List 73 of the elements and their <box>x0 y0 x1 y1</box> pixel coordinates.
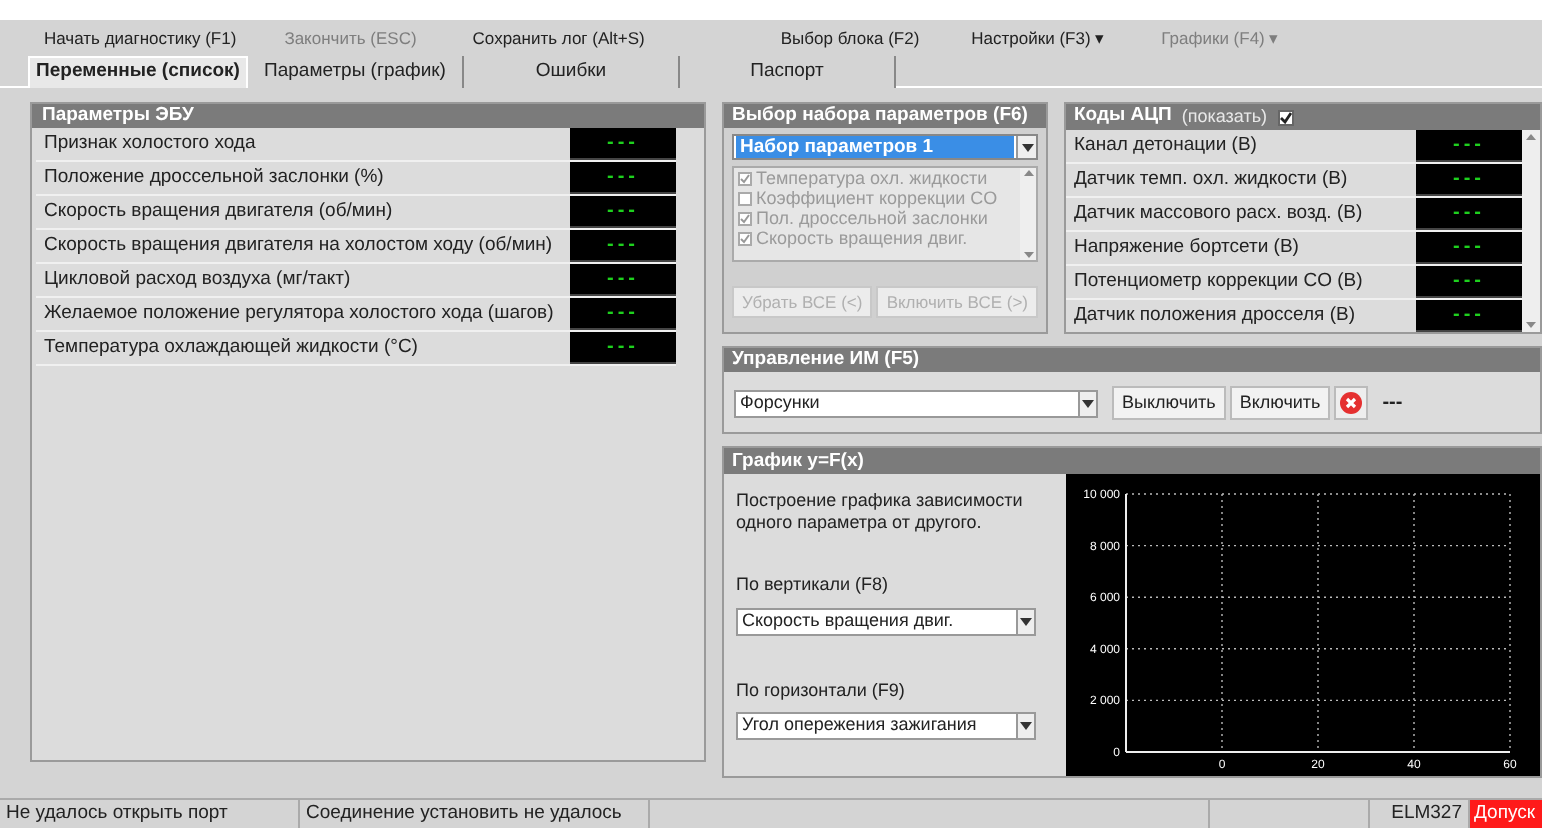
value-display: --- <box>570 264 676 296</box>
checklist-item: Температура охл. жидкости <box>756 168 988 188</box>
field-label: По горизонтали (F9) <box>736 677 907 704</box>
param-name: Датчик массового расх. возд. (В) <box>1072 199 1365 228</box>
checkbox[interactable] <box>738 171 752 185</box>
menu-item[interactable]: Выбор блока (F2) <box>772 25 928 51</box>
vertical-dropdown[interactable]: Скорость вращения двиг. <box>736 607 1036 635</box>
param-name: Скорость вращения двигателя (об/мин) <box>42 197 395 226</box>
value-display: --- <box>570 332 676 364</box>
value-display: --- <box>1416 266 1522 298</box>
scrollbar[interactable] <box>1020 168 1036 260</box>
field-label: По вертикали (F8) <box>736 572 891 598</box>
param-name: Канал детонации (В) <box>1072 131 1259 160</box>
graph-description: Построение графика зависимости одного параметра от другого. <box>736 490 1025 534</box>
value-display: --- <box>1416 300 1522 332</box>
param-name: Датчик темп. охл. жидкости (В) <box>1072 165 1350 194</box>
param-name: Напряжение бортсети (В) <box>1072 233 1301 262</box>
button[interactable]: Выключить <box>1112 386 1226 420</box>
close-icon <box>1340 392 1363 414</box>
panel-title: Управление ИМ (F5) <box>724 348 1540 372</box>
value-display: --- <box>570 230 676 262</box>
show-checkbox[interactable] <box>1277 109 1294 125</box>
panel-title: Выбор набора параметров (F6) <box>724 104 1046 128</box>
param-name: Скорость вращения двигателя на холостом ходу (об/мин) <box>42 231 555 260</box>
dropdown-value: Форсунки <box>738 389 822 416</box>
tab[interactable]: Переменные (список) <box>28 56 248 88</box>
dropdown-value: Угол опережения зажигания <box>740 712 979 739</box>
menu-item[interactable]: Настройки (F3) ▾ <box>963 25 1114 51</box>
value-display: --- <box>1416 198 1522 230</box>
param-name: Потенциометр коррекции CO (В) <box>1072 267 1365 296</box>
button[interactable]: Включить <box>1229 386 1331 420</box>
scrollbar[interactable] <box>1522 130 1540 332</box>
value-display: --- <box>570 298 676 330</box>
menu-item[interactable]: Сохранить лог (Alt+S) <box>464 25 653 51</box>
value-display: --- <box>570 196 676 228</box>
checklist-item: Коэффициент коррекции CO <box>756 188 998 208</box>
scroll-down-icon[interactable] <box>1023 252 1033 258</box>
status-text: Соединение установить не удалось <box>300 800 650 828</box>
panel-title: Параметры ЭБУ <box>32 104 704 128</box>
stop-button[interactable] <box>1334 386 1369 420</box>
value-display: --- <box>1416 164 1522 196</box>
dropdown-value: Скорость вращения двиг. <box>740 607 956 634</box>
checkbox[interactable] <box>738 231 752 245</box>
panel-title: Коды АЦП <box>1074 102 1172 131</box>
panel-title: График y=F(x) <box>724 448 1540 474</box>
tab[interactable]: Паспорт <box>680 56 896 88</box>
status-text: Не удалось открыть порт <box>0 800 300 828</box>
param-name: Цикловой расход воздуха (мг/такт) <box>42 265 353 294</box>
value-display: --- <box>570 162 676 194</box>
param-name: Признак холостого хода <box>42 129 258 158</box>
checklist-item: Скорость вращения двиг. <box>756 228 968 248</box>
menu-item[interactable]: Начать диагностику (F1) <box>36 25 245 51</box>
actuator-dropdown[interactable]: Форсунки <box>734 389 1098 417</box>
checkbox[interactable] <box>738 191 752 205</box>
scroll-up-icon[interactable] <box>1526 134 1536 140</box>
param-name: Желаемое положение регулятора холостого хода (шагов) <box>42 299 556 328</box>
value-display: --- <box>570 128 676 160</box>
tab[interactable]: Параметры (график) <box>248 56 464 88</box>
value-display: --- <box>1416 130 1522 162</box>
value-display: --- <box>1416 232 1522 264</box>
tab[interactable]: Ошибки <box>464 56 680 88</box>
status-text: Допуск <box>1470 800 1542 828</box>
param-name: Датчик положения дросселя (В) <box>1072 301 1358 330</box>
scroll-up-icon[interactable] <box>1023 170 1033 176</box>
checkbox[interactable] <box>738 211 752 225</box>
horizontal-dropdown[interactable]: Угол опережения зажигания <box>736 712 1036 740</box>
dropdown-value: Набор параметров 1 <box>736 136 1014 158</box>
show-label: (показать) <box>1181 103 1268 130</box>
actuator-state: --- <box>1382 390 1403 418</box>
param-name: Температура охлаждающей жидкости (°C) <box>42 333 420 362</box>
param-name: Положение дроссельной заслонки (%) <box>42 163 386 192</box>
scroll-down-icon[interactable] <box>1526 322 1536 328</box>
checklist-item: Пол. дроссельной заслонки <box>756 208 988 228</box>
